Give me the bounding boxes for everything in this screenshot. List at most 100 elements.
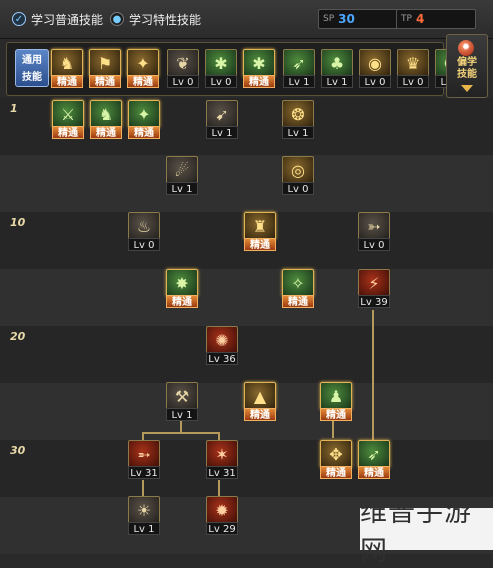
skill-b1[interactable]: ☄ Lv 1 (166, 156, 198, 197)
skill-a2[interactable]: ♞ 精通 (90, 100, 122, 141)
preferred-skills-label-line1: 偏学 (457, 57, 477, 68)
dash-icon: ➶ (283, 49, 315, 77)
skill-icon: ♜ (244, 212, 276, 240)
skill-a1[interactable]: ⚔ 精通 (52, 100, 84, 141)
skill-d2[interactable]: ✧ 精通 (282, 269, 314, 310)
tree-icon: ♣ (321, 49, 353, 77)
radio-learn-special[interactable]: ● 学习特性技能 (110, 11, 201, 27)
skill-d1[interactable]: ✸ 精通 (166, 269, 198, 310)
tree-row (0, 326, 493, 383)
preferred-skills-label: 偏学 技能 (447, 57, 487, 81)
skill-g3[interactable]: ✥ 精通 (320, 440, 352, 481)
skill-icon: ❂ (282, 100, 314, 128)
skill-icon: ➶ (358, 440, 390, 468)
common-skill-slot[interactable]: ❦ Lv 0 (167, 49, 199, 90)
common-skill-slot[interactable]: ✱ 精通 (243, 49, 275, 90)
skill-icon: ♟ (320, 382, 352, 410)
skill-icon: ✧ (282, 269, 314, 297)
skill-h1[interactable]: ☀ Lv 1 (128, 496, 160, 537)
target-icon: ✱ (205, 49, 237, 77)
common-skills-label-line2: 技能 (22, 72, 42, 83)
skill-f3[interactable]: ♟ 精通 (320, 382, 352, 423)
skill-g4[interactable]: ➶ 精通 (358, 440, 390, 481)
skill-icon: ✸ (166, 269, 198, 297)
skill-level-badge: 精通 (166, 295, 198, 308)
skill-icon: ✦ (128, 100, 160, 128)
preferred-skills-button[interactable]: ✹ 偏学 技能 (446, 34, 488, 98)
common-skill-slot[interactable]: ♣ Lv 1 (321, 49, 353, 90)
skill-g2[interactable]: ✶ Lv 31 (206, 440, 238, 481)
common-skills-label: 通用 技能 (15, 49, 49, 87)
common-skills-label-line1: 通用 (22, 55, 42, 66)
skill-level-badge: Lv 29 (206, 522, 238, 535)
skill-level-badge: Lv 1 (166, 408, 198, 421)
skill-level-badge: 精通 (243, 75, 275, 88)
common-skill-slot[interactable]: ♞ 精通 (51, 49, 83, 90)
skill-level-badge: 精通 (358, 466, 390, 479)
skill-icon: ⚔ (52, 100, 84, 128)
skill-icon: ✹ (206, 496, 238, 524)
tree-row (0, 155, 493, 212)
skill-icon: ➵ (128, 440, 160, 468)
wings-icon: ❦ (167, 49, 199, 77)
tp-label: TP (401, 14, 412, 24)
skill-icon: ⚒ (166, 382, 198, 410)
skill-level-badge: 精通 (51, 75, 83, 88)
check-icon: ✓ (12, 12, 26, 26)
flame-icon: ✹ (458, 40, 474, 56)
skill-icon: ♞ (90, 100, 122, 128)
skill-a4[interactable]: ➹ Lv 1 (206, 100, 238, 141)
skill-icon: ⚡ (358, 269, 390, 297)
skill-level-badge: Lv 0 (358, 238, 390, 251)
skill-level-badge: Lv 1 (282, 126, 314, 139)
skill-level-badge: Lv 1 (283, 75, 315, 88)
skill-c2[interactable]: ♜ 精通 (244, 212, 276, 253)
tp-counter: TP 4 (396, 9, 476, 29)
level-label-1: 1 (10, 102, 18, 115)
skill-level-badge: Lv 31 (128, 466, 160, 479)
chevron-down-icon (461, 85, 473, 92)
radio-learn-normal[interactable]: ✓ 学习普通技能 (12, 11, 103, 27)
skill-f2[interactable]: ▲ 精通 (244, 382, 276, 423)
skill-level-badge: Lv 0 (282, 182, 314, 195)
skill-level-badge: Lv 0 (128, 238, 160, 251)
skill-h2[interactable]: ✹ Lv 29 (206, 496, 238, 537)
level-label-30: 30 (10, 444, 26, 457)
common-skill-slot[interactable]: ⚑ 精通 (89, 49, 121, 90)
skill-level-badge: Lv 39 (358, 295, 390, 308)
skill-icon: ☀ (128, 496, 160, 524)
skill-level-badge: 精通 (128, 126, 160, 139)
skill-b2[interactable]: ◎ Lv 0 (282, 156, 314, 197)
skill-c3[interactable]: ➳ Lv 0 (358, 212, 390, 253)
skill-level-badge: Lv 0 (397, 75, 429, 88)
skill-a3[interactable]: ✦ 精通 (128, 100, 160, 141)
skill-level-badge: Lv 1 (128, 522, 160, 535)
skill-level-badge: 精通 (127, 75, 159, 88)
common-skill-slot[interactable]: ➶ Lv 1 (283, 49, 315, 90)
skill-level-badge: 精通 (90, 126, 122, 139)
warrior-icon: ♞ (51, 49, 83, 77)
kick-icon: ⚑ (89, 49, 121, 77)
level-label-20: 20 (10, 330, 26, 343)
common-skill-slot[interactable]: ♛ Lv 0 (397, 49, 429, 90)
skill-level-badge: Lv 1 (206, 126, 238, 139)
skill-e1[interactable]: ✺ Lv 36 (206, 326, 238, 367)
skill-icon: ✶ (206, 440, 238, 468)
skill-d3[interactable]: ⚡ Lv 39 (358, 269, 390, 310)
skill-g1[interactable]: ➵ Lv 31 (128, 440, 160, 481)
skill-icon: ♨ (128, 212, 160, 240)
connector-line (142, 432, 220, 434)
skill-icon: ☄ (166, 156, 198, 184)
common-skill-slot[interactable]: ✦ 精通 (127, 49, 159, 90)
common-skill-slot[interactable]: ✱ Lv 0 (205, 49, 237, 90)
skill-a5[interactable]: ❂ Lv 1 (282, 100, 314, 141)
skill-icon: ▲ (244, 382, 276, 410)
skill-f1[interactable]: ⚒ Lv 1 (166, 382, 198, 423)
common-skill-slot[interactable]: ◉ Lv 0 (359, 49, 391, 90)
skill-level-badge: Lv 31 (206, 466, 238, 479)
skill-level-badge: Lv 1 (321, 75, 353, 88)
connector-line (142, 480, 144, 496)
skill-c1[interactable]: ♨ Lv 0 (128, 212, 160, 253)
shield-icon: ◉ (359, 49, 391, 77)
skill-level-badge: Lv 0 (205, 75, 237, 88)
